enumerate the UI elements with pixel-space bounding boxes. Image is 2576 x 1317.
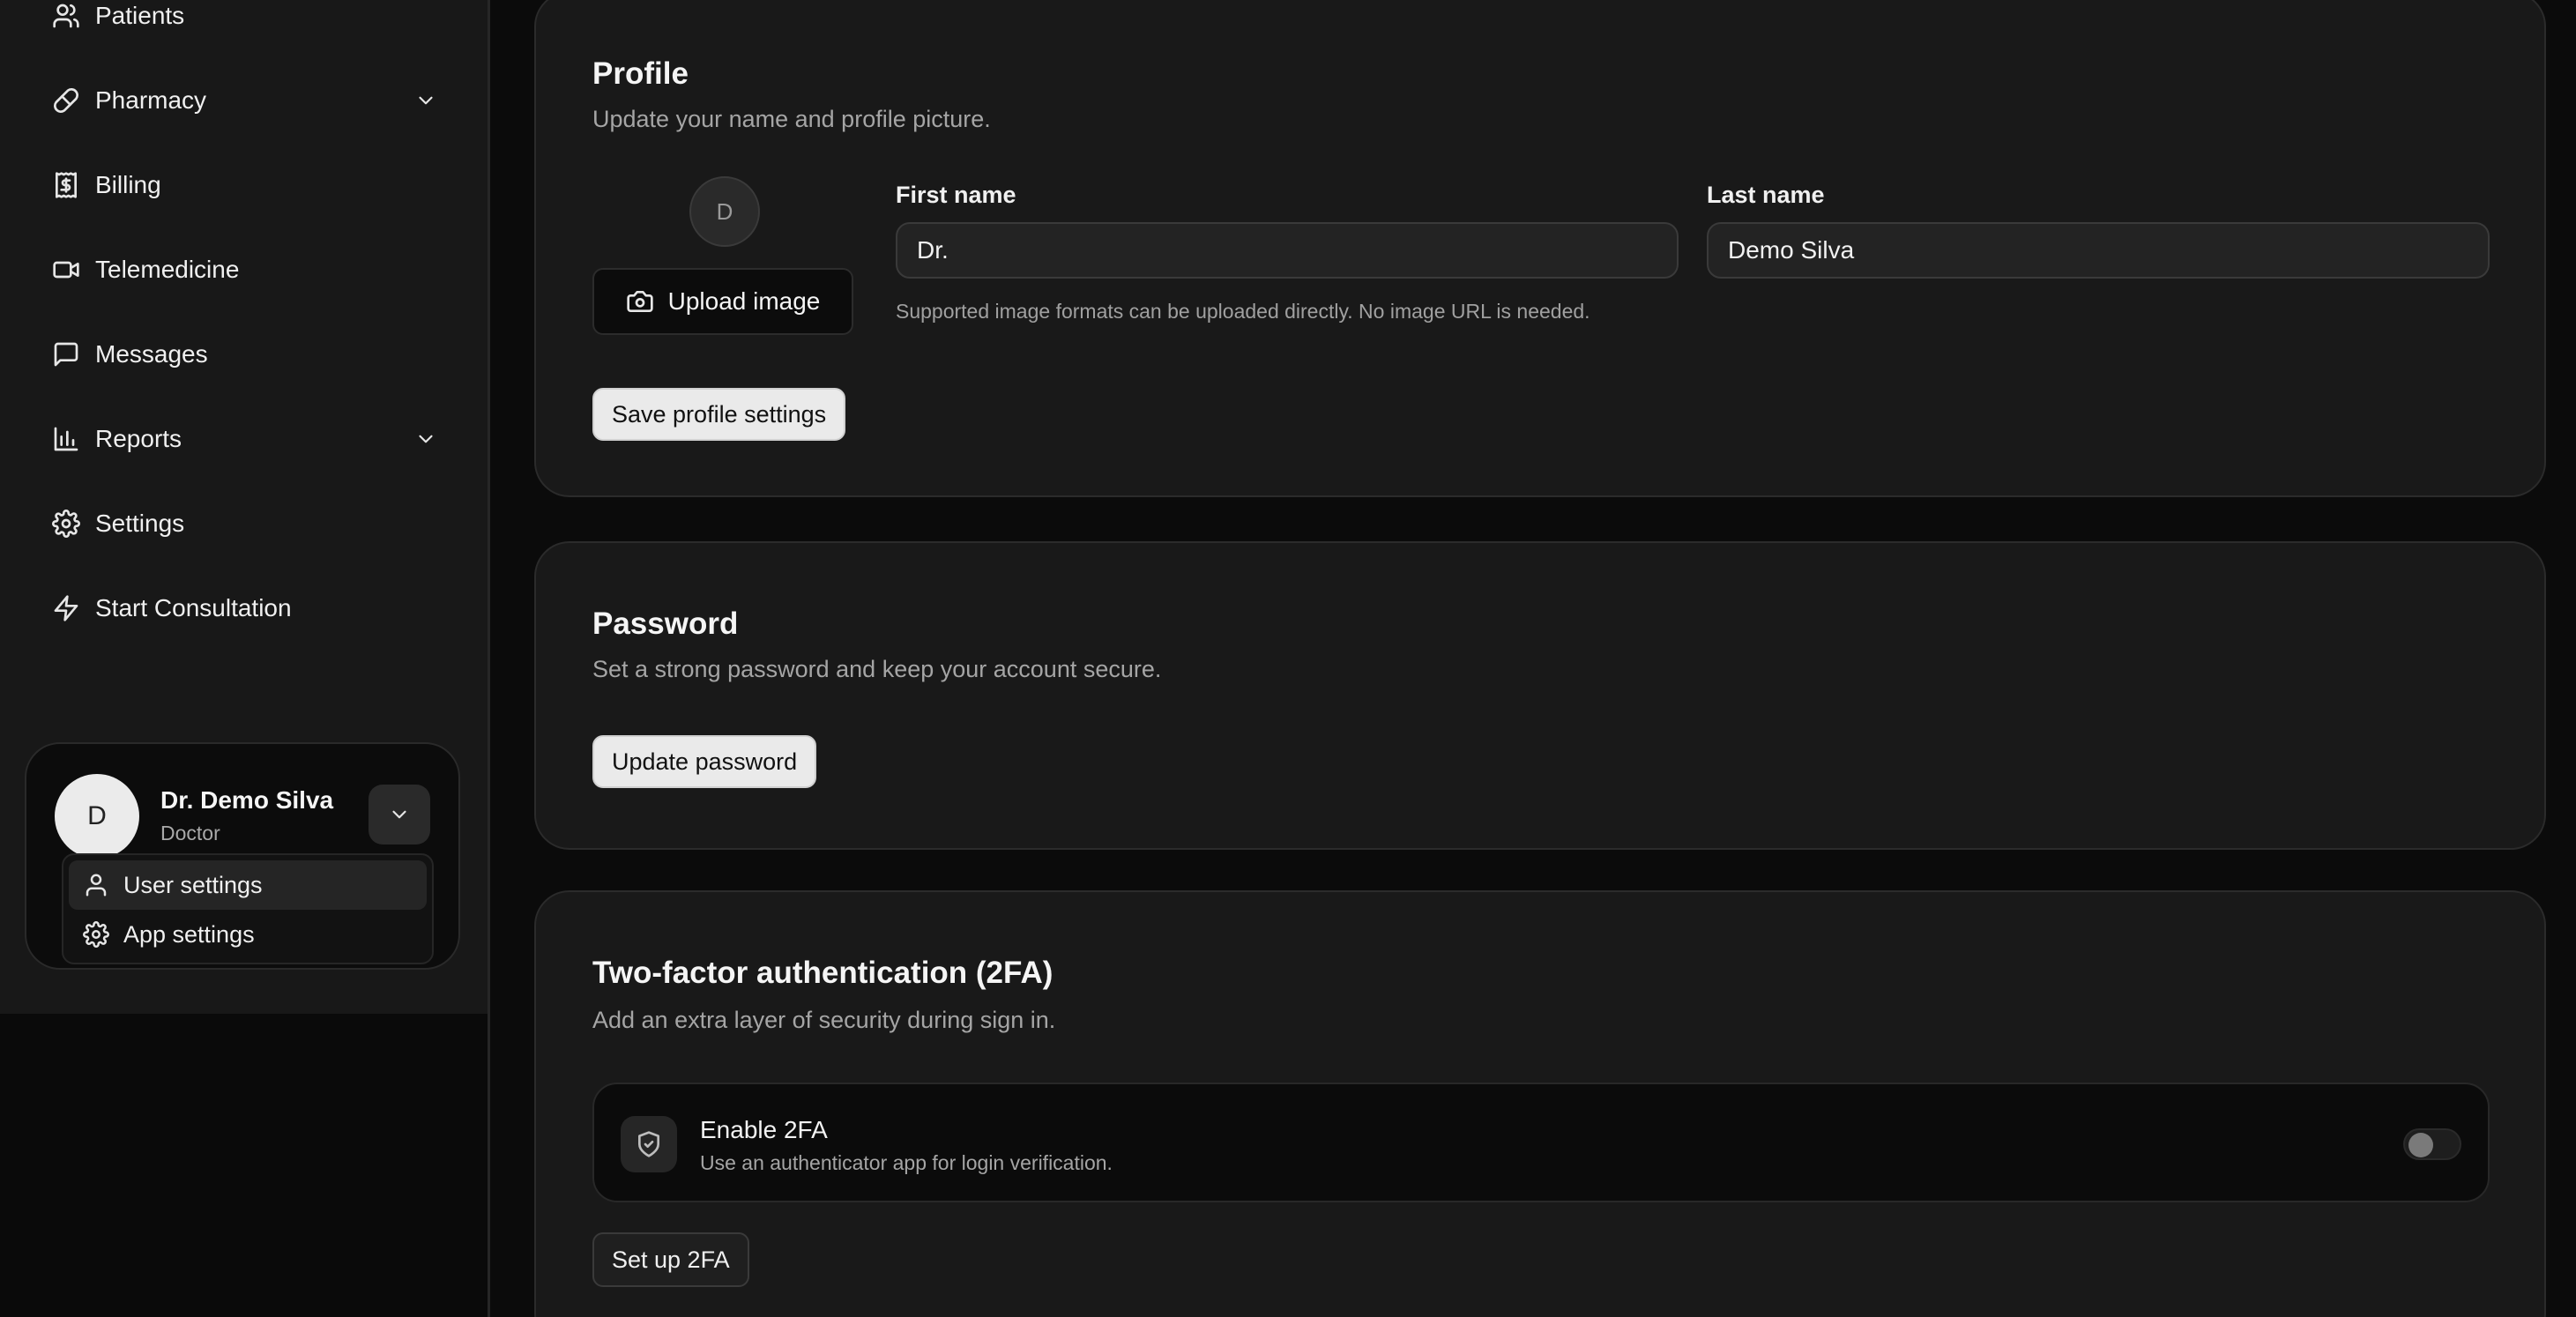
- password-description: Set a strong password and keep your acco…: [592, 656, 1162, 682]
- message-square-icon: [51, 339, 81, 369]
- sidebar-item-reports[interactable]: Reports: [51, 413, 439, 465]
- user-name: Dr. Demo Silva: [160, 786, 334, 814]
- zap-icon: [51, 593, 81, 623]
- gear-icon: [83, 921, 109, 948]
- enable-2fa-toggle[interactable]: [2403, 1128, 2461, 1160]
- upload-image-label: Upload image: [667, 287, 821, 315]
- profile-title: Profile: [592, 56, 689, 91]
- chevron-down-icon: [392, 810, 406, 819]
- setup-2fa-button[interactable]: Set up 2FA: [592, 1232, 749, 1287]
- first-name-label: First name: [896, 182, 1016, 208]
- user-role: Doctor: [160, 822, 220, 845]
- pill-icon: [51, 86, 81, 115]
- sidebar: Patients Pharmacy Billing Telemedicine M…: [0, 0, 490, 1014]
- sidebar-item-billing[interactable]: Billing: [51, 159, 439, 212]
- sidebar-item-label: Messages: [95, 340, 208, 368]
- sidebar-item-start-consultation[interactable]: Start Consultation: [51, 582, 439, 635]
- sidebar-item-label: Billing: [95, 171, 161, 198]
- gear-icon: [51, 509, 81, 539]
- sidebar-item-label: Reports: [95, 425, 182, 452]
- user-menu-item-label: App settings: [123, 920, 255, 948]
- last-name-input[interactable]: [1707, 222, 2490, 279]
- video-icon: [51, 255, 81, 285]
- sidebar-item-telemedicine[interactable]: Telemedicine: [51, 243, 439, 296]
- twofa-card: Two-factor authentication (2FA) Add an e…: [534, 890, 2546, 1317]
- twofa-title: Two-factor authentication (2FA): [592, 956, 1053, 990]
- save-profile-button[interactable]: Save profile settings: [592, 388, 846, 441]
- sidebar-item-label: Start Consultation: [95, 594, 292, 621]
- password-card: Password Set a strong password and keep …: [534, 541, 2546, 850]
- user-menu-item-app-settings[interactable]: App settings: [69, 910, 427, 959]
- enable-2fa-title: Enable 2FA: [700, 1116, 828, 1143]
- camera-icon: [626, 291, 653, 312]
- upload-hint: Supported image formats can be uploaded …: [896, 300, 1590, 323]
- sidebar-item-settings[interactable]: Settings: [51, 497, 439, 550]
- sidebar-item-label: Patients: [95, 2, 185, 29]
- enable-2fa-description: Use an authenticator app for login verif…: [700, 1151, 1113, 1174]
- first-name-input[interactable]: [896, 222, 1679, 279]
- last-name-label: Last name: [1707, 182, 1825, 208]
- bar-chart-icon: [51, 424, 81, 454]
- shield-check-icon: [621, 1116, 677, 1172]
- users-icon: [51, 1, 81, 31]
- profile-card: Profile Update your name and profile pic…: [534, 0, 2546, 497]
- sidebar-item-patients[interactable]: Patients: [51, 0, 439, 42]
- sidebar-item-label: Settings: [95, 510, 185, 537]
- user-card: D Dr. Demo Silva Doctor User settings Ap…: [25, 742, 460, 970]
- user-menu-item-label: User settings: [123, 871, 263, 898]
- toggle-knob: [2408, 1133, 2433, 1157]
- chevron-down-icon[interactable]: [413, 426, 439, 452]
- update-password-button[interactable]: Update password: [592, 735, 817, 788]
- user-menu-toggle-button[interactable]: [369, 785, 430, 845]
- chevron-down-icon[interactable]: [413, 87, 439, 114]
- profile-avatar: D: [689, 176, 760, 247]
- twofa-description: Add an extra layer of security during si…: [592, 1007, 1056, 1033]
- profile-description: Update your name and profile picture.: [592, 106, 991, 132]
- sidebar-item-messages[interactable]: Messages: [51, 328, 439, 381]
- user-icon: [86, 874, 107, 897]
- password-title: Password: [592, 606, 739, 641]
- sidebar-item-pharmacy[interactable]: Pharmacy: [51, 74, 439, 127]
- receipt-icon: [51, 170, 81, 200]
- user-menu: User settings App settings: [62, 853, 434, 964]
- avatar[interactable]: D: [55, 774, 139, 859]
- user-menu-item-user-settings[interactable]: User settings: [69, 860, 427, 910]
- sidebar-item-label: Pharmacy: [95, 86, 207, 114]
- sidebar-item-label: Telemedicine: [95, 256, 240, 283]
- enable-2fa-row: Enable 2FA Use an authenticator app for …: [592, 1083, 2490, 1202]
- upload-image-button[interactable]: Upload image: [592, 268, 853, 335]
- sidebar-footer-area: [0, 1014, 490, 1317]
- app-root: Patients Pharmacy Billing Telemedicine M…: [0, 0, 2576, 1317]
